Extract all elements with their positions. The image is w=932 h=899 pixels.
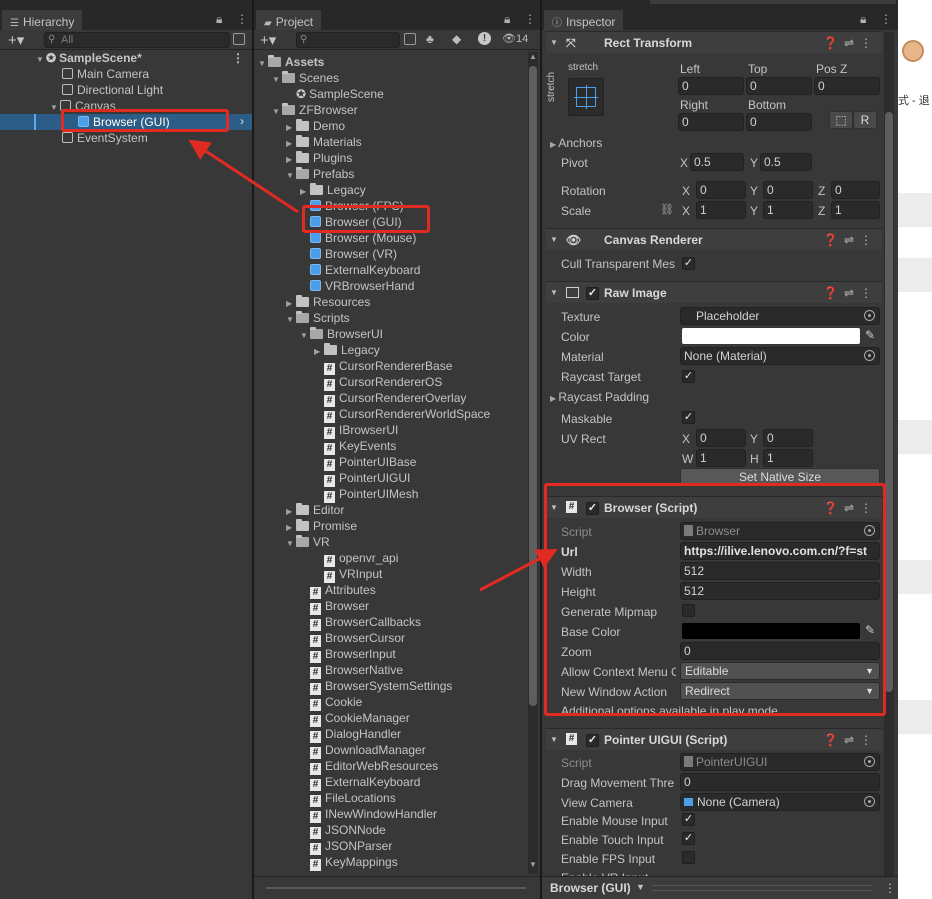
arrow-to-browser-script [479,549,558,592]
annotation-arrows [188,139,558,592]
arrow-project-to-hierarchy [188,139,299,214]
